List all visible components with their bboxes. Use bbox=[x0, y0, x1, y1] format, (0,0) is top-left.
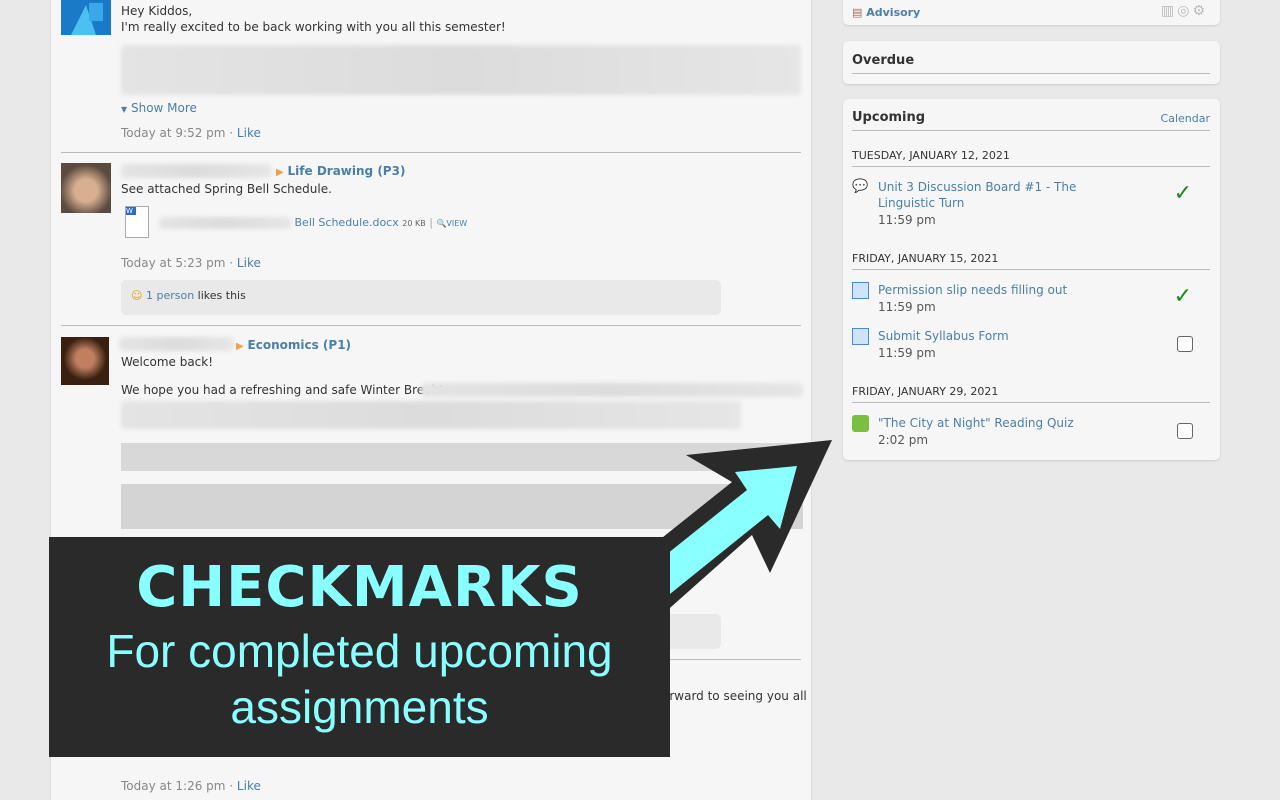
banner-headline: CHECKMARKS bbox=[136, 555, 583, 620]
banner-subline: For completed upcoming assignments bbox=[106, 625, 613, 733]
annotation-banner: CHECKMARKS For completed upcoming assign… bbox=[49, 537, 670, 757]
